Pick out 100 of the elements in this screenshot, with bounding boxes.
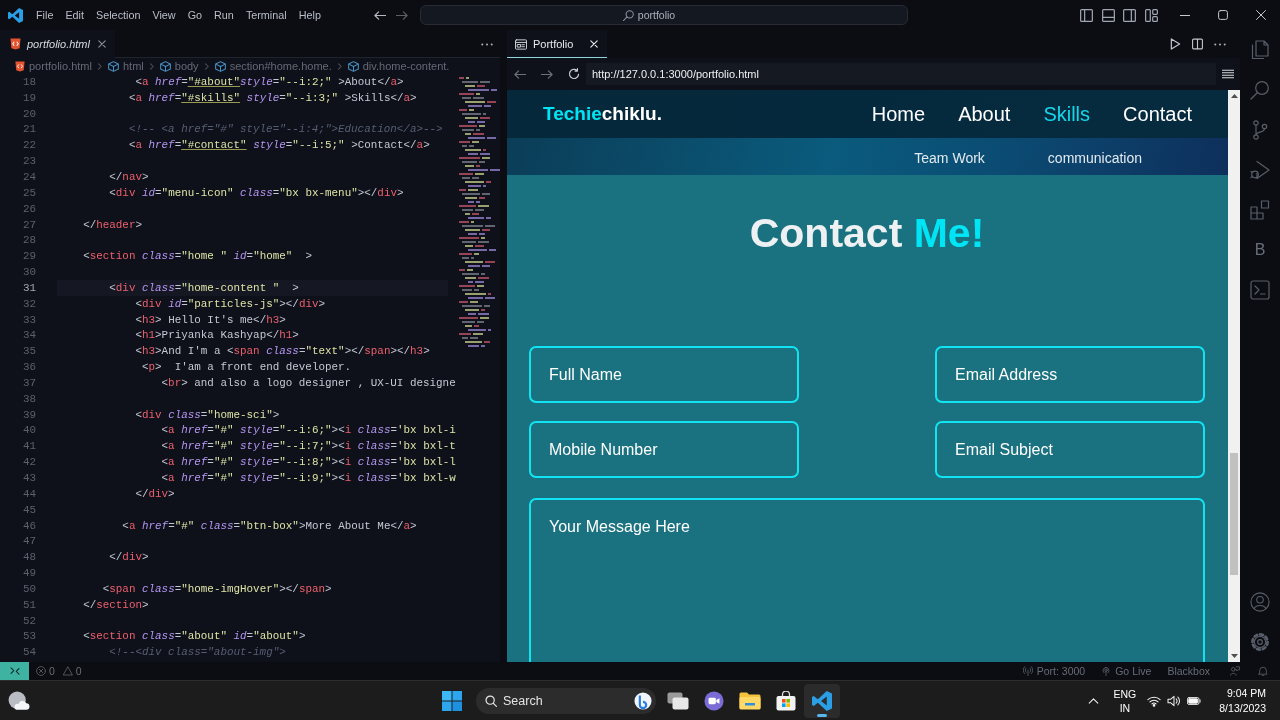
nav-link[interactable]: Home — [871, 102, 926, 126]
account-icon[interactable] — [1250, 592, 1270, 612]
code-line: <!-- <a href="#" style="--i:4;">Education</a>--> — [128, 123, 443, 136]
back-arrow-icon[interactable] — [374, 10, 386, 20]
close-icon[interactable] — [98, 40, 106, 48]
status-bar-item[interactable]: Port: 3000 — [1036, 665, 1086, 677]
forward-arrow-icon[interactable] — [541, 69, 553, 79]
menu-item[interactable]: Go — [187, 7, 203, 23]
nav-link[interactable]: Skills — [1043, 102, 1091, 126]
left-sidebar-layout-icon[interactable] — [1080, 8, 1093, 22]
menu-item[interactable]: Edit — [65, 7, 84, 23]
nav-link[interactable]: Contact — [1123, 102, 1192, 126]
terminal-icon[interactable] — [1250, 280, 1270, 300]
video-chat-icon — [703, 690, 725, 711]
input-field[interactable]: Email Address — [935, 346, 1205, 403]
line-number: 31 — [21, 281, 36, 294]
taskbar-app-button[interactable] — [804, 683, 840, 718]
code-line: <a href="#skills" style="--i:3;" >Skills</a> — [128, 91, 417, 104]
files-icon[interactable] — [1250, 40, 1270, 60]
input-field[interactable]: Full Name — [529, 346, 799, 403]
weather-icon[interactable] — [8, 690, 30, 711]
line-number: 40 — [21, 424, 36, 437]
code-line: <span class="home-imgHover"></span> — [102, 582, 332, 595]
activity-bar-item[interactable]: B — [1254, 241, 1266, 259]
line-number: 18 — [21, 75, 36, 88]
run-icon[interactable] — [1170, 38, 1181, 50]
more-icon[interactable] — [1214, 42, 1226, 46]
status-bar-item[interactable]: Blackbox — [1167, 665, 1210, 677]
error-count[interactable]: 0 — [49, 665, 55, 677]
input-field[interactable]: Email Subject — [935, 421, 1205, 478]
bottom-panel-layout-icon[interactable] — [1101, 8, 1115, 22]
language-indicator[interactable]: ENG IN — [1113, 686, 1137, 715]
minimap[interactable] — [456, 76, 500, 348]
more-icon[interactable] — [481, 42, 493, 46]
minimize-icon[interactable] — [1180, 14, 1190, 16]
volume-icon[interactable] — [1167, 694, 1182, 707]
site-logo[interactable]: Techiechiklu. — [543, 103, 662, 125]
url-field[interactable]: http://127.0.0.1:3000/portfolio.html — [586, 63, 1216, 85]
editor-tab[interactable]: portfolio.html — [0, 30, 115, 58]
browser-tab[interactable]: Portfolio — [507, 30, 607, 58]
line-number: 22 — [21, 139, 36, 152]
line-number: 29 — [21, 250, 36, 263]
code-line: <h3>And I'm a <span class="text"></span></h3> — [135, 345, 430, 358]
breadcrumb-item[interactable]: html — [123, 60, 144, 72]
breadcrumb-item[interactable]: portfolio.html — [29, 60, 92, 72]
menu-item[interactable]: Selection — [96, 7, 141, 23]
reload-icon[interactable] — [568, 68, 580, 80]
breadcrumb-item[interactable]: body — [174, 60, 199, 72]
close-icon[interactable] — [1256, 10, 1266, 20]
status-bar-item[interactable]: Go Live — [1115, 665, 1152, 677]
warning-icon — [62, 666, 73, 676]
search-field[interactable]: Search — [476, 687, 656, 714]
code-line: <div id="menu-icon" class="bx bx-menu"></div> — [109, 186, 404, 199]
shopping-bag-icon — [775, 690, 797, 711]
menu-item[interactable]: Help — [298, 7, 321, 23]
warning-count[interactable]: 0 — [75, 665, 82, 677]
menu-item[interactable]: View — [152, 7, 176, 23]
scrollbar-track[interactable] — [1228, 90, 1240, 662]
message-field[interactable]: Your Message Here — [529, 498, 1205, 662]
nav-link[interactable]: About — [958, 102, 1011, 126]
split-editor-icon[interactable] — [1192, 38, 1203, 50]
start-icon[interactable] — [442, 690, 462, 711]
play-bug-icon[interactable] — [1250, 160, 1270, 180]
folder-icon — [739, 690, 761, 711]
line-number: 32 — [21, 297, 36, 310]
line-number: 47 — [21, 535, 36, 548]
menu-icon[interactable] — [1222, 69, 1234, 79]
menu-item[interactable]: File — [36, 7, 54, 23]
code-line: <a href="#" style="--i:9;"><i class='bx bxl-w — [161, 472, 456, 484]
forward-arrow-icon[interactable] — [396, 10, 408, 20]
blocks-icon[interactable] — [1250, 200, 1270, 220]
input-field[interactable]: Mobile Number — [529, 421, 799, 478]
scroll-down-arrow-icon[interactable] — [1230, 654, 1238, 658]
breadcrumb-item[interactable]: div.home-content. — [362, 60, 450, 72]
search-icon[interactable] — [1250, 80, 1270, 100]
skill-label: Team Work — [914, 150, 985, 166]
line-number: 39 — [21, 408, 36, 421]
code-line: </header> — [83, 218, 142, 231]
html-file-icon — [10, 38, 21, 50]
scrollbar-thumb[interactable] — [1230, 453, 1238, 575]
settings-icon[interactable] — [1250, 632, 1270, 652]
menu-item[interactable]: Run — [214, 7, 234, 23]
remote-button[interactable] — [0, 662, 29, 680]
custom-layout-icon[interactable] — [1144, 8, 1158, 22]
scroll-up-arrow-icon[interactable] — [1230, 94, 1238, 98]
swirl-badge-icon[interactable] — [634, 691, 652, 710]
code-line: </nav> — [109, 171, 149, 183]
app-logo-icon — [811, 690, 833, 711]
chevron-up-icon[interactable] — [1087, 697, 1099, 704]
wifi-icon[interactable] — [1147, 694, 1162, 707]
clock[interactable]: 9:04 PM 8/13/2023 — [1219, 685, 1266, 716]
branch-icon[interactable] — [1250, 120, 1270, 140]
breadcrumb-item[interactable]: section#home.home. — [229, 60, 332, 72]
battery-icon[interactable] — [1187, 694, 1202, 707]
remote-icon — [9, 667, 20, 675]
line-number: 44 — [21, 487, 36, 500]
right-sidebar-layout-icon[interactable] — [1123, 8, 1136, 22]
command-center[interactable]: portfolio — [420, 5, 908, 25]
maximize-icon[interactable] — [1218, 10, 1228, 20]
menu-item[interactable]: Terminal — [245, 7, 287, 23]
